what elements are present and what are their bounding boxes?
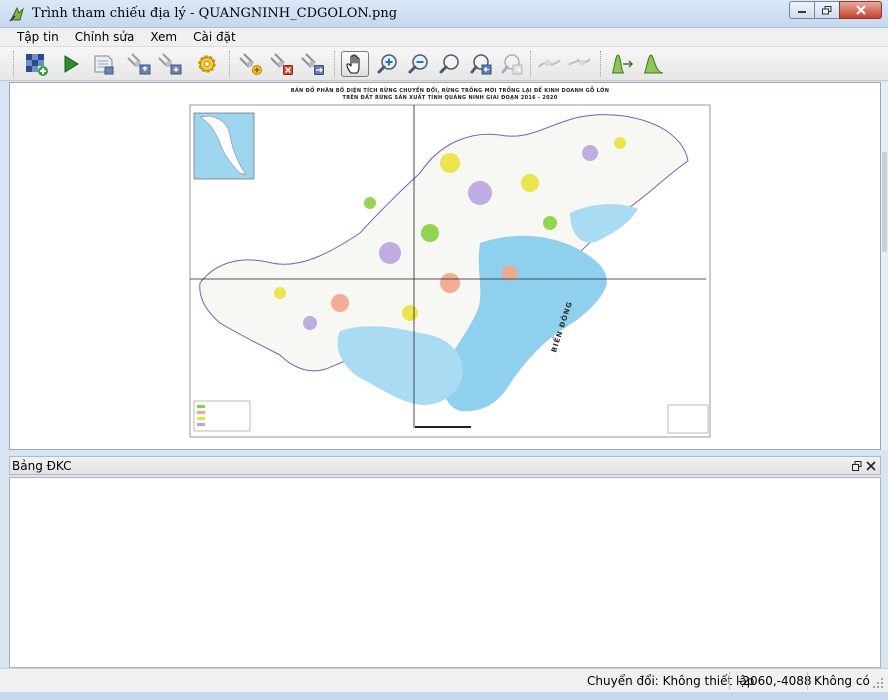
toolbar-separator (600, 51, 602, 77)
pan-hand-icon (346, 54, 360, 74)
link-georef-to-qgis-icon (538, 59, 561, 68)
zoom-in-icon (377, 54, 397, 74)
window-title: Trình tham chiếu địa lý - QUANGNINH_CDGO… (32, 6, 398, 21)
close-icon (855, 5, 866, 15)
link-qgis-button[interactable] (565, 51, 593, 77)
vertical-scrollbar[interactable] (881, 82, 888, 450)
raster-add-icon (26, 54, 48, 76)
full-histogram-stretch-button[interactable] (640, 51, 668, 77)
gcp-export-icon (158, 53, 182, 75)
start-georeferencing-button[interactable] (57, 51, 85, 77)
close-icon (866, 460, 876, 471)
histogram-stretch-icon (611, 54, 634, 74)
menu-file[interactable]: Tập tin (9, 28, 67, 46)
add-point-button[interactable] (237, 51, 265, 77)
load-gcp-button[interactable] (125, 51, 153, 77)
menu-bar: Tập tin Chỉnh sửa Xem Cài đặt (0, 28, 888, 47)
gcp-table-title: Bảng ĐKC (12, 459, 72, 473)
pan-button[interactable] (341, 51, 369, 77)
status-bar: Chuyển đổi: Không thiết lập -2060,-4088 … (0, 668, 888, 692)
menu-edit[interactable]: Chỉnh sửa (67, 28, 143, 46)
status-divider (807, 672, 808, 690)
minimize-icon (798, 11, 806, 13)
gcp-table-header: Bảng ĐKC (9, 456, 881, 475)
title-bar: Trình tham chiếu địa lý - QUANGNINH_CDGO… (0, 0, 888, 28)
zoom-next-icon (501, 54, 523, 75)
zoom-out-button[interactable] (405, 51, 433, 77)
maximize-button[interactable] (814, 1, 840, 19)
delete-point-icon (270, 53, 293, 75)
toolbar (0, 47, 888, 81)
zoom-next-button[interactable] (498, 51, 526, 77)
link-qgis-to-georef-icon (568, 58, 591, 66)
move-point-button[interactable] (299, 51, 327, 77)
toolbar-separator (530, 51, 532, 77)
status-divider (729, 672, 730, 690)
georef-save-icon (94, 55, 114, 75)
zoom-layer-icon (439, 54, 459, 74)
open-raster-button[interactable] (22, 51, 50, 77)
coordinate-readout: -2060,-4088 (738, 674, 812, 688)
zoom-last-icon (470, 54, 492, 75)
scrollbar-thumb[interactable] (882, 152, 887, 252)
menu-view[interactable]: Xem (142, 28, 185, 46)
menu-settings[interactable]: Cài đặt (185, 28, 244, 46)
zoom-in-button[interactable] (374, 51, 402, 77)
crs-status: Không có (814, 674, 870, 688)
gcp-table[interactable] (9, 477, 881, 668)
georeferencer-map-canvas[interactable]: BẢN ĐỒ PHÂN BỐ DIỆN TÍCH RỪNG CHUYỂN ĐỔI… (9, 82, 881, 450)
window-controls (789, 1, 882, 19)
map-title-line1: BẢN ĐỒ PHÂN BỐ DIỆN TÍCH RỪNG CHUYỂN ĐỔI… (290, 88, 610, 94)
window-border (0, 692, 888, 700)
float-icon (852, 460, 862, 471)
link-georef-button[interactable] (535, 51, 563, 77)
histogram-full-icon (643, 54, 664, 74)
qgis-georeferencer-icon (9, 6, 24, 22)
delete-point-button[interactable] (268, 51, 296, 77)
resize-grip-icon[interactable] (872, 677, 884, 689)
scanned-map-image (189, 104, 711, 438)
restore-icon (822, 5, 832, 14)
settings-gear-icon (198, 55, 216, 73)
toolbar-separator (229, 51, 231, 77)
transformation-settings-button[interactable] (193, 51, 221, 77)
zoom-to-layer-button[interactable] (436, 51, 464, 77)
save-gcp-button[interactable] (156, 51, 184, 77)
toolbar-separator (13, 51, 15, 77)
zoom-out-icon (408, 54, 428, 74)
float-panel-button[interactable] (850, 458, 864, 473)
close-panel-button[interactable] (864, 458, 878, 473)
zoom-last-button[interactable] (467, 51, 495, 77)
minimize-button[interactable] (789, 1, 815, 19)
close-button[interactable] (839, 1, 882, 19)
toolbar-separator (334, 51, 336, 77)
play-icon (64, 55, 79, 73)
move-point-icon (301, 53, 324, 75)
add-point-icon (239, 53, 262, 75)
generate-script-button[interactable] (90, 51, 118, 77)
gcp-import-icon (127, 53, 151, 75)
map-title-line2: TRÊN ĐẤT RỪNG SẢN XUẤT TỈNH QUẢNG NINH G… (342, 95, 558, 101)
local-histogram-stretch-button[interactable] (608, 51, 636, 77)
